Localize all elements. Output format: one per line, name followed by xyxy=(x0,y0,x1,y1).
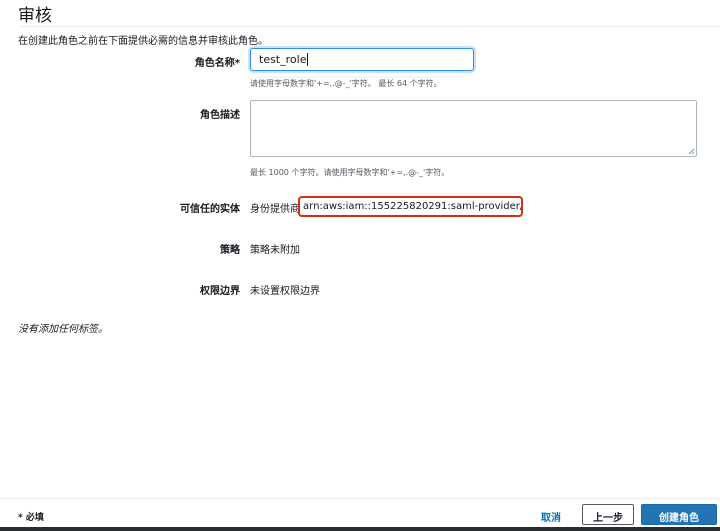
title-divider xyxy=(18,26,720,27)
role-name-hint: 请使用字母数字和'+=,.@-_'字符。 最长 64 个字符。 xyxy=(250,79,442,88)
create-role-button[interactable]: 创建角色 xyxy=(641,504,717,525)
cancel-button[interactable]: 取消 xyxy=(541,509,561,524)
role-description-hint: 最长 1000 个字符。请使用字母数字和'+=,.@-_'字符。 xyxy=(250,168,450,177)
footer-edge xyxy=(0,527,720,531)
tags-note: 没有添加任何标签。 xyxy=(18,324,108,335)
trusted-entity-label: 可信任的实体 xyxy=(180,204,240,215)
permissions-boundary-value: 未设置权限边界 xyxy=(250,286,320,297)
trusted-entity-arn: arn:aws:iam::155225820291:saml-provider/… xyxy=(298,196,523,217)
page-title: 审核 xyxy=(18,6,52,26)
role-description-label: 角色描述 xyxy=(200,110,240,121)
role-description-textarea[interactable] xyxy=(250,100,697,157)
policies-value: 策略未附加 xyxy=(250,245,300,256)
previous-button[interactable]: 上一步 xyxy=(582,504,634,525)
text-cursor xyxy=(307,53,308,66)
resize-grip-icon[interactable] xyxy=(688,148,695,155)
required-note: * 必填 xyxy=(18,513,44,523)
permissions-boundary-label: 权限边界 xyxy=(200,286,240,297)
policies-label: 策略 xyxy=(220,245,240,256)
role-name-label: 角色名称* xyxy=(194,58,240,69)
page-description: 在创建此角色之前在下面提供必需的信息并审核此角色。 xyxy=(18,36,268,47)
role-name-input[interactable] xyxy=(250,48,474,71)
trusted-entity-prefix: 身份提供商 xyxy=(250,204,300,215)
footer-bar: * 必填 取消 上一步 创建角色 xyxy=(0,498,720,531)
